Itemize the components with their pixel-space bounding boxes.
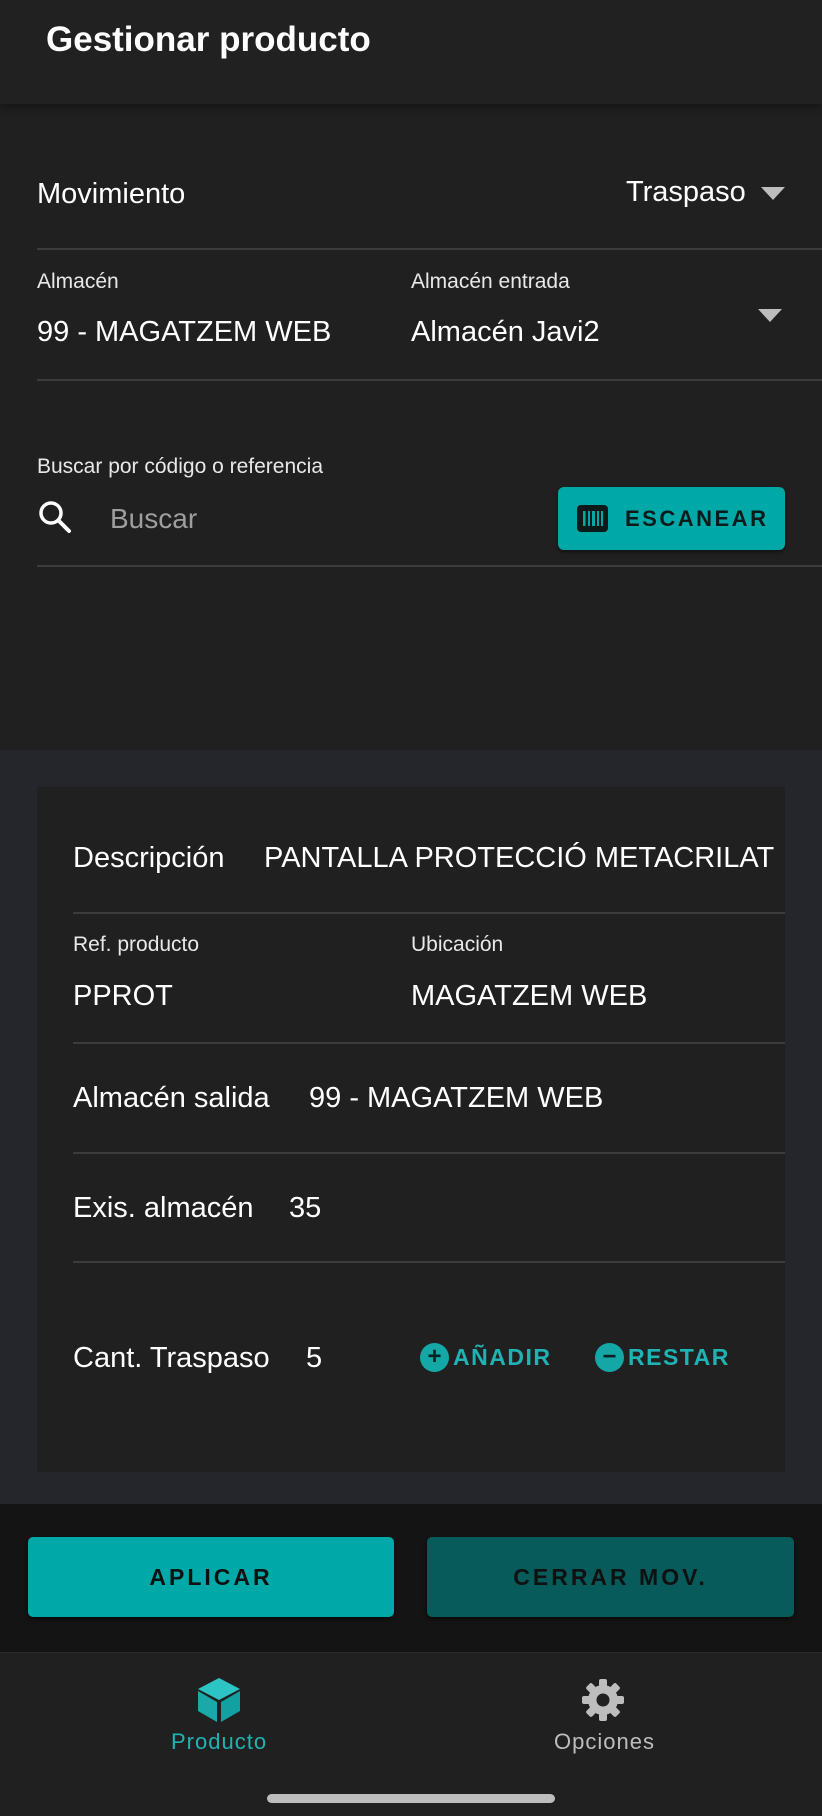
- divider: [37, 248, 822, 250]
- movement-value: Traspaso: [626, 176, 746, 208]
- close-movement-button[interactable]: CERRAR MOV.: [427, 1537, 794, 1617]
- nav-label-opciones: Opciones: [554, 1729, 655, 1754]
- bottom-nav: [0, 1652, 822, 1816]
- entry-warehouse-label: Almacén entrada: [411, 270, 570, 293]
- gear-icon: [580, 1677, 626, 1728]
- nav-item-producto[interactable]: Producto: [130, 1676, 310, 1756]
- scan-button-label: ESCANEAR: [625, 506, 769, 531]
- nav-item-opciones[interactable]: Opciones: [530, 1676, 680, 1756]
- divider: [73, 912, 785, 914]
- qty-value: 5: [306, 1342, 323, 1374]
- stock-value: 35: [289, 1192, 322, 1224]
- scan-button[interactable]: ESCANEAR: [558, 487, 785, 550]
- movement-select[interactable]: Traspaso: [626, 176, 785, 209]
- search-input[interactable]: Buscar: [110, 503, 197, 535]
- search-label: Buscar por código o referencia: [37, 455, 323, 478]
- page-title: Gestionar producto: [46, 20, 371, 59]
- minus-circle-icon: −: [595, 1343, 624, 1372]
- cube-icon: [197, 1677, 241, 1728]
- warehouse-label: Almacén: [37, 270, 119, 293]
- qty-label: Cant. Traspaso: [73, 1342, 270, 1374]
- subtract-button[interactable]: − RESTAR: [595, 1343, 730, 1372]
- apply-button[interactable]: APLICAR: [28, 1537, 394, 1617]
- barcode-icon: [577, 505, 608, 537]
- plus-circle-icon: +: [420, 1343, 449, 1372]
- divider: [73, 1152, 785, 1154]
- description-label: Descripción: [73, 842, 225, 874]
- out-warehouse-label: Almacén salida: [73, 1082, 270, 1114]
- divider: [37, 379, 822, 381]
- entry-warehouse-select[interactable]: Almacén entrada Almacén Javi2: [411, 262, 822, 380]
- location-label: Ubicación: [411, 933, 504, 956]
- divider: [73, 1261, 785, 1263]
- divider: [37, 565, 822, 567]
- search-icon: [38, 500, 72, 539]
- entry-warehouse-value: Almacén Javi2: [411, 316, 600, 348]
- warehouse-value: 99 - MAGATZEM WEB: [37, 316, 332, 348]
- add-button-label: AÑADIR: [453, 1344, 552, 1370]
- description-value: PANTALLA PROTECCIÓ METACRILAT: [264, 842, 775, 874]
- stock-label: Exis. almacén: [73, 1192, 254, 1224]
- chevron-down-icon: [758, 309, 782, 322]
- out-warehouse-value: 99 - MAGATZEM WEB: [309, 1082, 604, 1114]
- subtract-button-label: RESTAR: [628, 1344, 730, 1370]
- movement-label: Movimiento: [37, 178, 186, 210]
- add-button[interactable]: + AÑADIR: [420, 1343, 551, 1372]
- divider: [73, 1042, 785, 1044]
- nav-label-producto: Producto: [171, 1729, 268, 1754]
- location-value: MAGATZEM WEB: [411, 980, 648, 1012]
- ref-value: PPROT: [73, 980, 173, 1012]
- chevron-down-icon: [760, 187, 785, 200]
- app-bar: Gestionar producto: [0, 0, 822, 104]
- ref-label: Ref. producto: [73, 933, 200, 956]
- home-indicator[interactable]: [267, 1794, 555, 1803]
